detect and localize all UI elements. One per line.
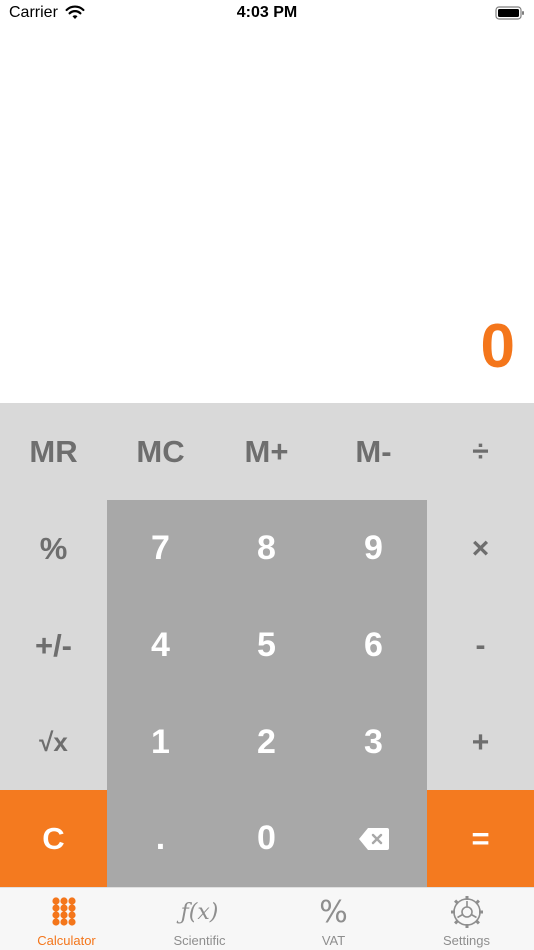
digit-1-button[interactable]: 1 [107,694,214,791]
tab-label: Settings [443,933,490,948]
clear-button[interactable]: C [0,790,107,887]
decimal-point-button[interactable]: . [107,790,214,887]
gear-icon [400,896,533,928]
keypad-grid-icon [0,896,133,928]
digit-6-button[interactable]: 6 [320,597,427,694]
square-root-button[interactable]: √x [0,694,107,791]
percent-icon: % [319,894,348,930]
memory-recall-button[interactable]: MR [0,403,107,500]
memory-subtract-button[interactable]: M- [320,403,427,500]
digit-9-button[interactable]: 9 [320,500,427,597]
equals-button[interactable]: = [427,790,534,887]
tab-label: Scientific [173,933,226,948]
backspace-icon [358,827,389,850]
divide-button[interactable]: ÷ [427,403,534,500]
digit-3-button[interactable]: 3 [320,694,427,791]
digit-0-button[interactable]: 0 [213,790,320,887]
tab-settings[interactable]: Settings [400,888,533,950]
display-value: 0 [480,312,515,381]
multiply-button[interactable]: × [427,500,534,597]
tab-label: Calculator [37,933,96,948]
tab-bar: Calculator ƒ(x) Scientific % VAT Setting… [0,887,534,950]
digit-8-button[interactable]: 8 [213,500,320,597]
tab-calculator[interactable]: Calculator [0,888,133,950]
function-icon: ƒ(x) [180,899,219,925]
digit-2-button[interactable]: 2 [213,694,320,791]
digit-5-button[interactable]: 5 [213,597,320,694]
calculator-screen: Carrier 4:03 PM 0 MR MC M+ M- ÷ % 7 8 9 … [0,0,534,950]
status-time: 4:03 PM [236,4,298,21]
percent-button[interactable]: % [0,500,107,597]
plus-minus-button[interactable]: +/- [0,597,107,694]
memory-clear-button[interactable]: MC [107,403,214,500]
tab-vat[interactable]: % VAT [267,888,400,950]
tab-scientific[interactable]: ƒ(x) Scientific [133,888,266,950]
backspace-button[interactable] [320,790,427,887]
tab-label: VAT [321,933,346,948]
battery-icon [495,5,525,21]
subtract-button[interactable]: - [427,597,534,694]
add-button[interactable]: + [427,694,534,791]
digit-4-button[interactable]: 4 [107,597,214,694]
memory-add-button[interactable]: M+ [213,403,320,500]
digit-7-button[interactable]: 7 [107,500,214,597]
keypad: MR MC M+ M- ÷ % 7 8 9 × +/- 4 5 6 - √x 1… [0,403,534,887]
calculator-display: 0 [0,28,534,403]
status-bar: Carrier 4:03 PM [0,0,534,28]
